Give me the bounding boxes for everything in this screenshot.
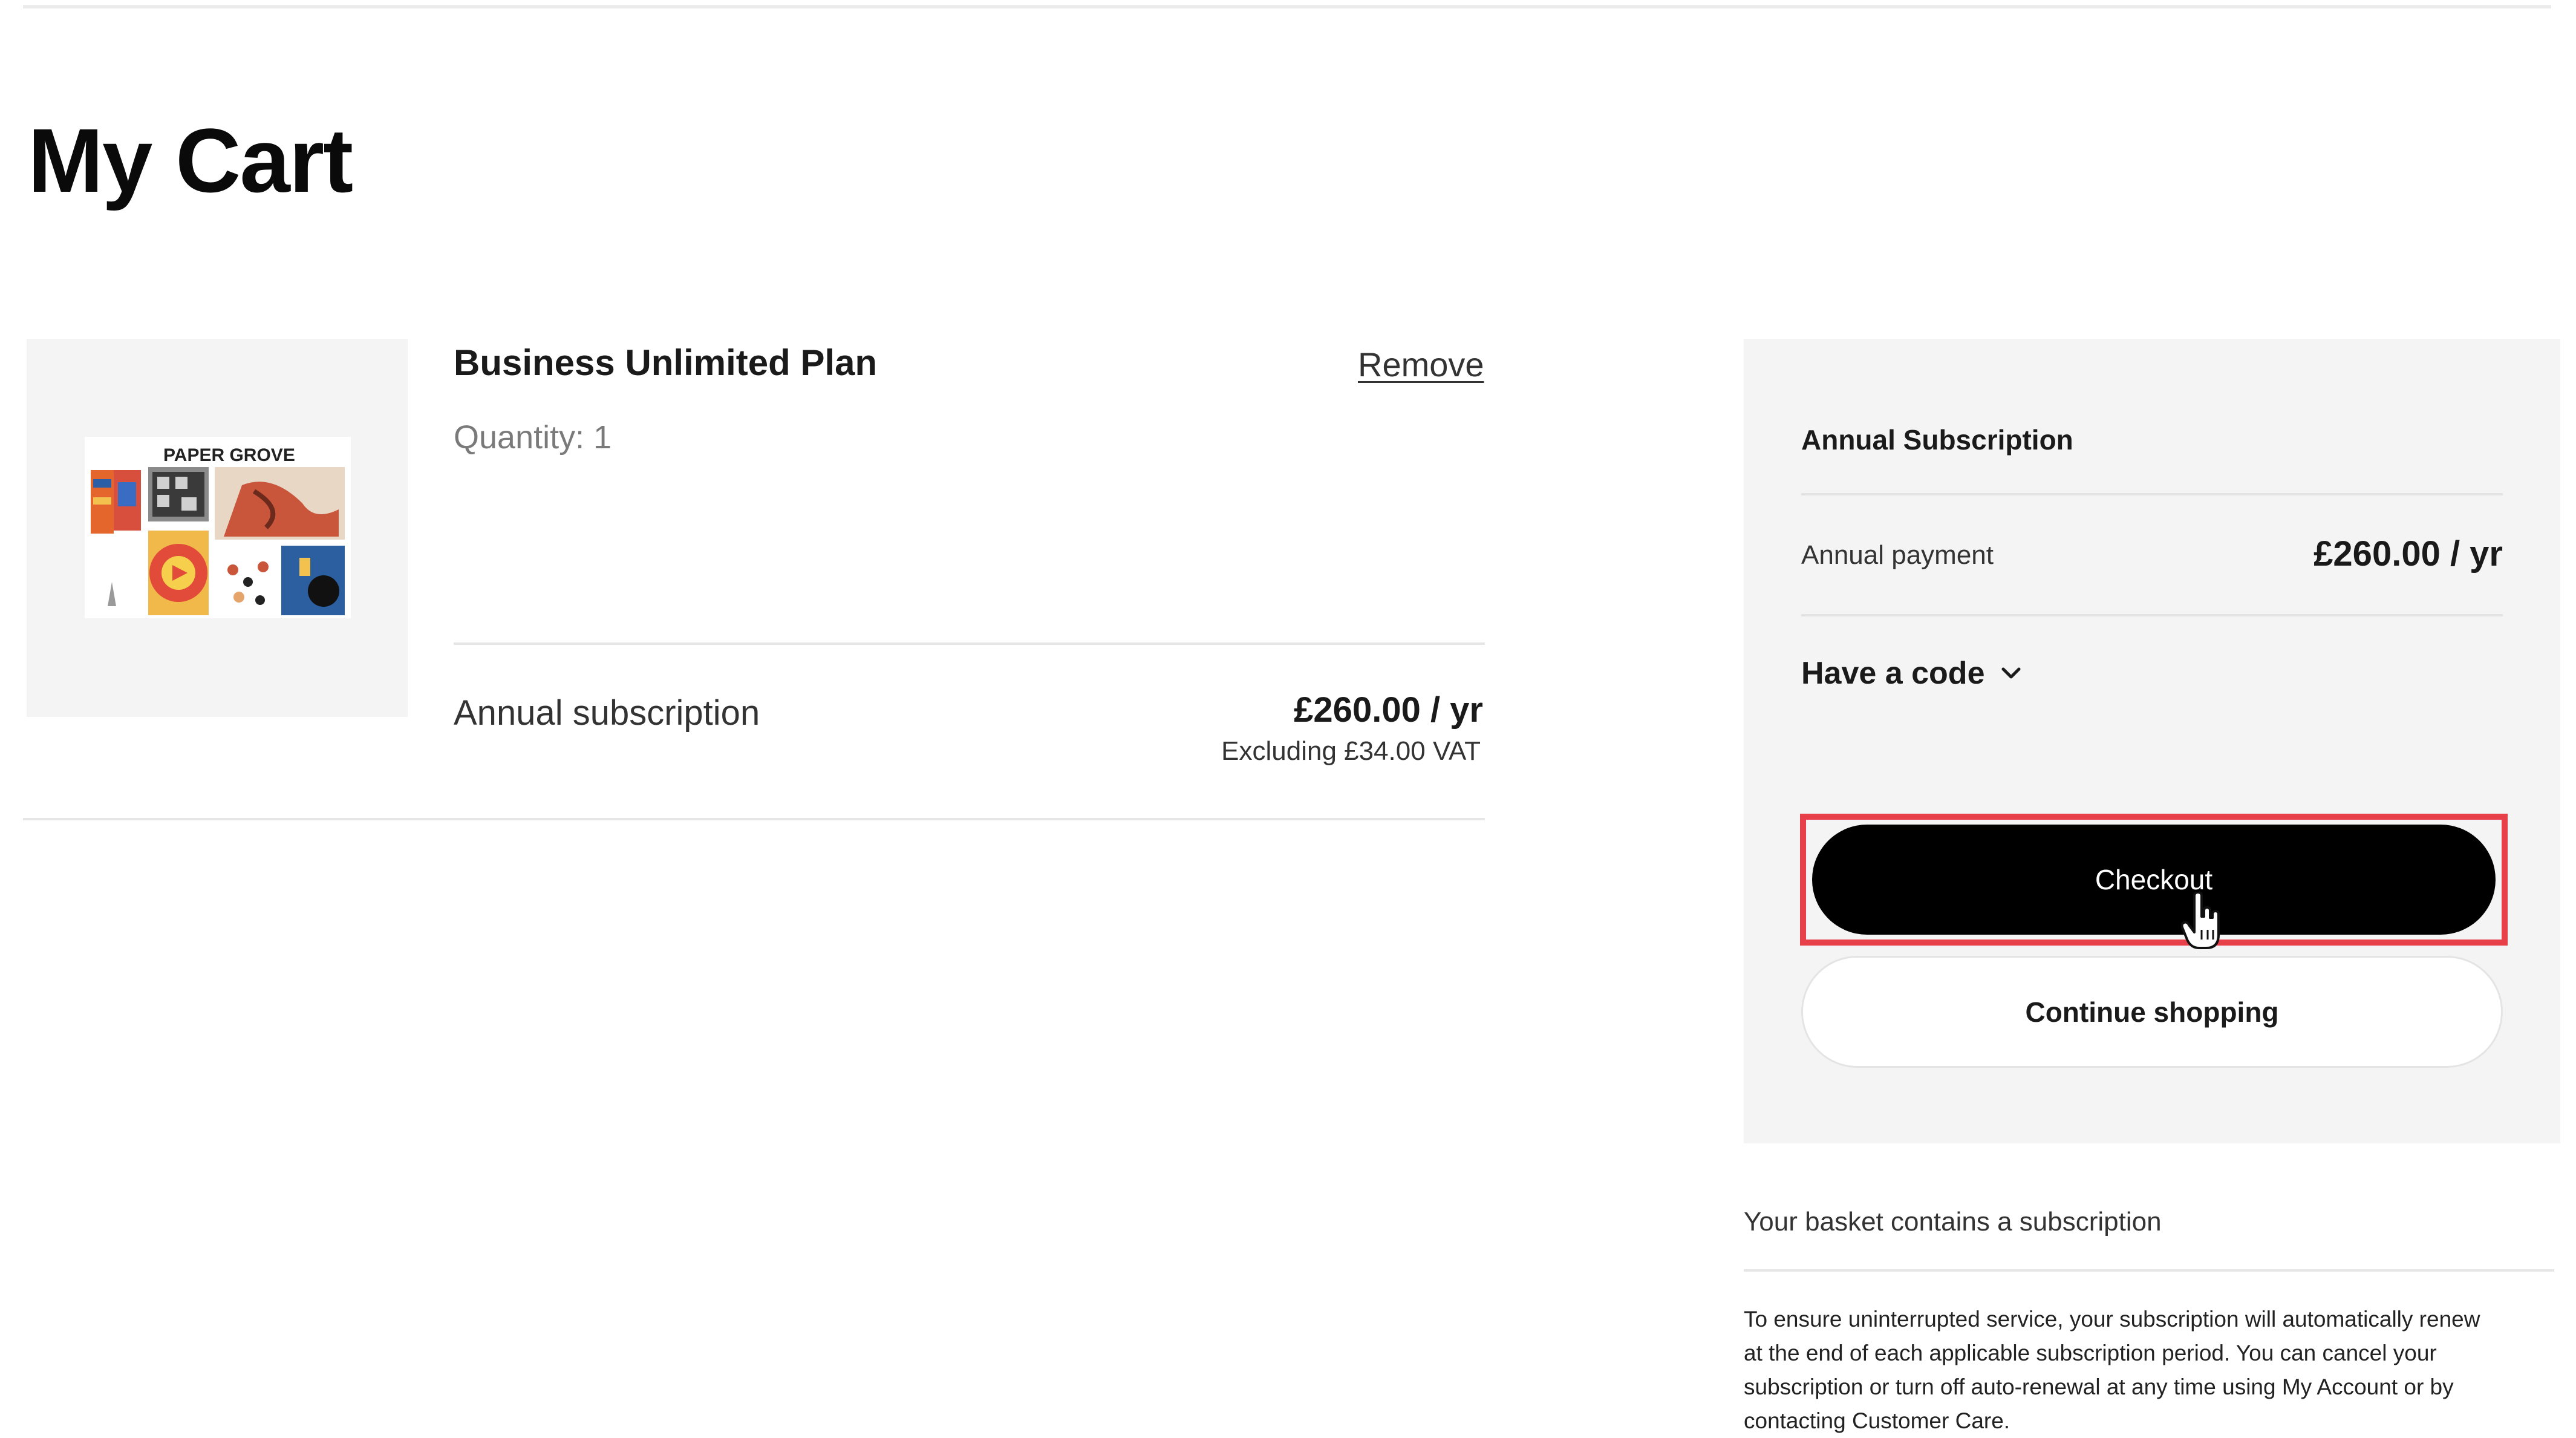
remove-link[interactable]: Remove bbox=[1358, 345, 1484, 384]
checkout-button-label: Checkout bbox=[2095, 864, 2213, 895]
product-image-brand: PAPER GROVE bbox=[163, 445, 295, 465]
continue-shopping-label: Continue shopping bbox=[2025, 996, 2279, 1028]
hand-pointer-icon bbox=[2180, 891, 2223, 956]
top-divider bbox=[23, 5, 2551, 8]
summary-heading: Annual Subscription bbox=[1801, 424, 2073, 456]
checkout-highlight: Checkout bbox=[1800, 814, 2508, 949]
have-a-code-toggle[interactable]: Have a code bbox=[1801, 655, 2021, 691]
continue-shopping-button[interactable]: Continue shopping bbox=[1801, 956, 2503, 1068]
subscription-notice-body: To ensure uninterrupted service, your su… bbox=[1744, 1307, 2480, 1433]
annual-payment-price: £260.00 / yr bbox=[2314, 534, 2503, 574]
subscription-notice-title: Your basket contains a subscription bbox=[1744, 1207, 2162, 1237]
notice-divider bbox=[1744, 1269, 2554, 1272]
summary-divider bbox=[1801, 493, 2503, 495]
line-item-price: £260.00 / yr bbox=[1294, 690, 1483, 730]
product-name: Business Unlimited Plan bbox=[454, 342, 878, 383]
checkout-button[interactable]: Checkout bbox=[1812, 825, 2496, 935]
annual-payment-label: Annual payment bbox=[1801, 540, 1994, 570]
item-divider bbox=[454, 642, 1485, 645]
product-thumbnail: PAPER GROVE bbox=[27, 339, 408, 717]
have-a-code-label: Have a code bbox=[1801, 656, 1985, 691]
order-summary-panel: Annual Subscription Annual payment £260.… bbox=[1744, 339, 2560, 1143]
line-item-label: Annual subscription bbox=[454, 693, 760, 733]
product-image: PAPER GROVE bbox=[85, 437, 351, 618]
chevron-down-icon bbox=[2001, 667, 2021, 680]
vat-note: Excluding £34.00 VAT bbox=[1221, 736, 1481, 766]
summary-divider bbox=[1801, 614, 2503, 616]
quantity-label: Quantity: 1 bbox=[454, 419, 612, 456]
page-title: My Cart bbox=[28, 109, 353, 211]
cart-bottom-divider bbox=[23, 818, 1485, 820]
